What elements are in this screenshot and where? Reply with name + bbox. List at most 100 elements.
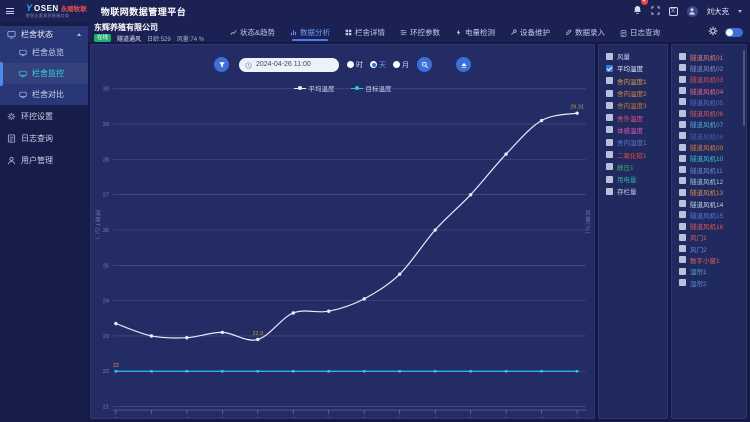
checkbox-item-二氧化碳1[interactable]: 二氧化碳1 — [606, 148, 667, 160]
checkbox[interactable] — [679, 155, 686, 162]
checkbox-item-隧道风机16[interactable]: 隧道风机16 — [679, 220, 746, 231]
checkbox[interactable] — [606, 126, 613, 133]
menu-icon[interactable] — [0, 0, 20, 22]
checkbox-item-风门1[interactable]: 风门1 — [679, 232, 746, 243]
checkbox-item-隧道风机08[interactable]: 隧道风机08 — [679, 130, 746, 141]
checkbox-item-存栏量[interactable]: 存栏量 — [606, 185, 667, 197]
checkbox-item-舍内湿度1[interactable]: 舍内湿度1 — [606, 136, 667, 148]
checkbox[interactable] — [606, 65, 613, 72]
checkbox-item-隧道风机07[interactable]: 隧道风机07 — [679, 119, 746, 130]
checkbox[interactable] — [679, 256, 686, 263]
checkbox-item-隧道风机06[interactable]: 隧道风机06 — [679, 107, 746, 118]
checkbox[interactable] — [606, 139, 613, 146]
checkbox[interactable] — [606, 176, 613, 183]
checkbox[interactable] — [679, 234, 686, 241]
username[interactable]: 刘大克 — [707, 6, 730, 17]
checkbox-item-风量[interactable]: 风量 — [606, 50, 667, 62]
checkbox-item-体感温度[interactable]: 体感温度 — [606, 124, 667, 136]
checkbox[interactable] — [606, 151, 613, 158]
checkbox-item-舍内温度1[interactable]: 舍内温度1 — [606, 75, 667, 87]
checkbox-item-隧道风机10[interactable]: 隧道风机10 — [679, 153, 746, 164]
sidebar-item-0[interactable]: 栏舍总览 — [0, 42, 88, 63]
checkbox-item-舍内温度2[interactable]: 舍内温度2 — [606, 87, 667, 99]
checkbox-item-隧道风机03[interactable]: 隧道风机03 — [679, 74, 746, 85]
tab-0[interactable]: 状态&趋势 — [230, 22, 275, 42]
checkbox-item-湿帘1[interactable]: 湿帘1 — [679, 266, 746, 277]
checkbox[interactable] — [606, 77, 613, 84]
checkbox-item-隧道风机15[interactable]: 隧道风机15 — [679, 209, 746, 220]
checkbox[interactable] — [679, 245, 686, 252]
checkbox-item-隧道风机13[interactable]: 隧道风机13 — [679, 187, 746, 198]
checkbox[interactable] — [606, 102, 613, 109]
checkbox-item-平均温度[interactable]: 平均温度 — [606, 62, 667, 74]
checkbox-item-隧道风机04[interactable]: 隧道风机04 — [679, 85, 746, 96]
date-picker[interactable]: 2024-04-26 11:00 — [239, 58, 339, 72]
legend-item-0[interactable]: 平均温度 — [294, 83, 335, 93]
tab-3[interactable]: 环控参数 — [400, 22, 440, 42]
checkbox-item-隧道风机14[interactable]: 隧道风机14 — [679, 198, 746, 209]
sidebar-item-2[interactable]: 栏舍对比 — [0, 84, 88, 105]
tab-5[interactable]: 设备维护 — [510, 22, 550, 42]
checkbox[interactable] — [679, 110, 686, 117]
checkbox[interactable] — [679, 200, 686, 207]
tab-2[interactable]: 栏舍详情 — [345, 22, 385, 42]
tab-6[interactable]: 数据录入 — [565, 22, 605, 42]
view-toggle[interactable] — [725, 28, 743, 37]
language-icon[interactable]: 文 — [669, 7, 678, 16]
checkbox[interactable] — [606, 53, 613, 60]
period-radio-1[interactable]: 天 — [370, 60, 386, 70]
checkbox[interactable] — [679, 223, 686, 230]
checkbox-item-隧道风机09[interactable]: 隧道风机09 — [679, 141, 746, 152]
checkbox[interactable] — [679, 132, 686, 139]
sidebar-group-3[interactable]: 用户管理 — [0, 149, 88, 171]
checkbox[interactable] — [606, 114, 613, 121]
search-button[interactable] — [417, 57, 432, 72]
checkbox-item-风门2[interactable]: 风门2 — [679, 243, 746, 254]
tab-1[interactable]: 数据分析 — [290, 22, 330, 42]
checkbox-item-数字小窗1[interactable]: 数字小窗1 — [679, 254, 746, 265]
scrollbar-thumb[interactable] — [743, 50, 745, 126]
checkbox[interactable] — [679, 177, 686, 184]
checkbox[interactable] — [679, 279, 686, 286]
checkbox[interactable] — [606, 163, 613, 170]
checkbox[interactable] — [679, 211, 686, 218]
tab-7[interactable]: 日志查询 — [620, 22, 660, 42]
checkbox[interactable] — [679, 53, 686, 60]
checkbox-item-隧道风机05[interactable]: 隧道风机05 — [679, 96, 746, 107]
fullscreen-icon[interactable] — [651, 2, 660, 20]
filter-button[interactable] — [214, 57, 229, 72]
checkbox[interactable] — [679, 76, 686, 83]
avatar[interactable] — [687, 6, 698, 17]
sidebar-item-1[interactable]: 栏舍监控 — [0, 63, 88, 84]
period-radio-2[interactable]: 月 — [393, 60, 409, 70]
checkbox[interactable] — [679, 268, 686, 275]
checkbox-item-静压1[interactable]: 静压1 — [606, 161, 667, 173]
checkbox[interactable] — [679, 166, 686, 173]
checkbox[interactable] — [606, 90, 613, 97]
checkbox-item-隧道风机01[interactable]: 隧道风机01 — [679, 51, 746, 62]
checkbox[interactable] — [679, 87, 686, 94]
checkbox-item-用电量[interactable]: 用电量 — [606, 173, 667, 185]
scroll-top-button[interactable] — [456, 57, 471, 72]
checkbox[interactable] — [679, 144, 686, 151]
checkbox-item-舍内温度3[interactable]: 舍内温度3 — [606, 99, 667, 111]
tab-4[interactable]: 电量检测 — [455, 22, 495, 42]
checkbox-item-隧道风机12[interactable]: 隧道风机12 — [679, 175, 746, 186]
checkbox[interactable] — [679, 121, 686, 128]
sidebar-group-2[interactable]: 日志查询 — [0, 127, 88, 149]
checkbox[interactable] — [679, 98, 686, 105]
gear-icon[interactable] — [708, 23, 718, 41]
checkbox[interactable] — [679, 189, 686, 196]
checkbox[interactable] — [679, 64, 686, 71]
checkbox-item-隧道风机11[interactable]: 隧道风机11 — [679, 164, 746, 175]
sidebar-group-pen-status[interactable]: 栏舍状态 — [0, 26, 88, 42]
chevron-down-icon[interactable] — [738, 10, 742, 13]
legend-item-1[interactable]: 目标温度 — [351, 83, 392, 93]
checkbox-item-湿帘2[interactable]: 湿帘2 — [679, 277, 746, 288]
checkbox-item-舍外温度[interactable]: 舍外温度 — [606, 111, 667, 123]
sidebar-group-1[interactable]: 环控设置 — [0, 105, 88, 127]
bell-icon[interactable]: 4 — [633, 2, 642, 20]
checkbox[interactable] — [606, 188, 613, 195]
period-radio-0[interactable]: 时 — [347, 60, 363, 70]
checkbox-item-隧道风机02[interactable]: 隧道风机02 — [679, 62, 746, 73]
